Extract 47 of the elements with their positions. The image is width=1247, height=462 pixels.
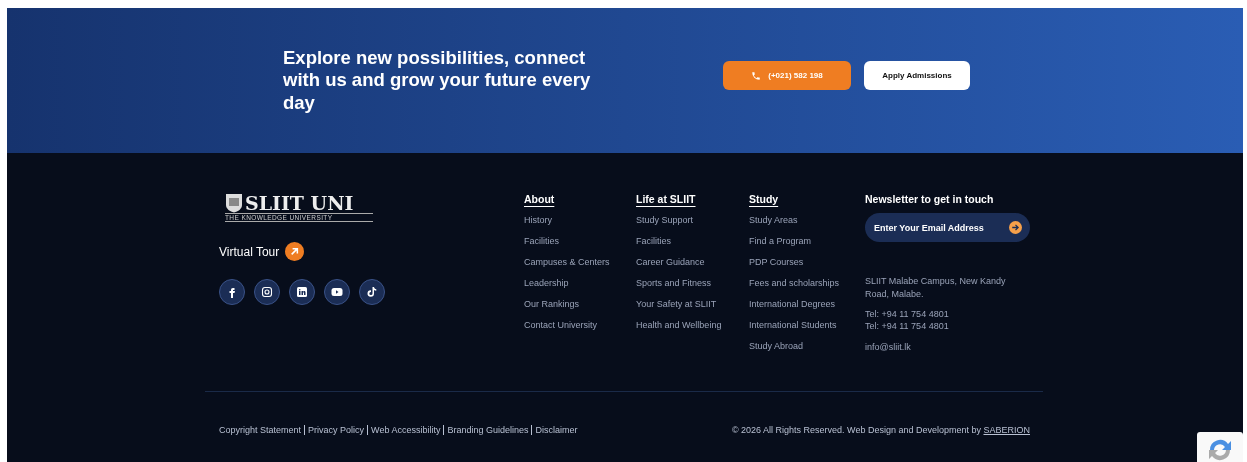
legal-link[interactable]: Privacy Policy <box>304 425 368 435</box>
footer-link[interactable]: Your Safety at SLIIT <box>636 299 749 320</box>
footer-link[interactable]: Career Guidance <box>636 257 749 278</box>
footer-link[interactable]: Health and Wellbeing <box>636 320 749 341</box>
footer-link[interactable]: Facilities <box>524 236 636 257</box>
column-heading: About <box>524 193 556 205</box>
footer-link[interactable]: Facilities <box>636 236 749 257</box>
footer-link[interactable]: Sports and Fitness <box>636 278 749 299</box>
recaptcha-badge-icon[interactable] <box>1197 432 1243 462</box>
copyright-text: © 2026 All Rights Reserved. Web Design and Development by SABERION <box>731 425 1030 435</box>
apply-admissions-button[interactable]: Apply Admissions <box>864 61 970 90</box>
email-link[interactable]: info@sliit.lk <box>865 342 1045 353</box>
youtube-icon[interactable] <box>324 279 350 305</box>
footer-link[interactable]: Contact University <box>524 320 636 341</box>
facebook-icon[interactable] <box>219 279 245 305</box>
arrow-right-icon[interactable] <box>1009 221 1022 234</box>
footer-link[interactable]: Leadership <box>524 278 636 299</box>
legal-link[interactable]: Web Accessibility <box>367 425 444 435</box>
footer-link[interactable]: International Degrees <box>749 299 865 320</box>
phone-icon <box>751 70 762 81</box>
footer-link[interactable]: Study Abroad <box>749 341 865 362</box>
footer-link[interactable]: International Students <box>749 320 865 341</box>
footer-link[interactable]: Our Rankings <box>524 299 636 320</box>
column-heading: Study <box>749 193 780 205</box>
crest-icon <box>225 193 243 213</box>
footer-link[interactable]: Find a Program <box>749 236 865 257</box>
campus-address: SLIIT Malabe Campus, New Kandy Road, Malabe. <box>865 275 1007 301</box>
newsletter-heading: Newsletter to get in touch <box>865 193 995 205</box>
phone-number: Tel: +94 11 754 4801 <box>865 320 950 333</box>
legal-link[interactable]: Branding Guidelines <box>443 425 532 435</box>
legal-link[interactable]: Disclaimer <box>531 425 581 435</box>
footer-link[interactable]: Fees and scholarships <box>749 278 865 299</box>
footer-link[interactable]: Study Support <box>636 215 749 236</box>
instagram-icon[interactable] <box>254 279 280 305</box>
credit-link[interactable]: SABERION <box>983 425 1030 435</box>
banner-heading: Explore new possibilities, connect with us and grow your future every day <box>283 47 592 114</box>
footer-link[interactable]: History <box>524 215 636 236</box>
email-field[interactable]: Enter Your Email Address <box>865 213 1030 242</box>
column-heading: Life at SLIIT <box>636 193 697 205</box>
footer-link[interactable]: Campuses & Centers <box>524 257 636 278</box>
tiktok-icon[interactable] <box>359 279 385 305</box>
linkedin-icon[interactable] <box>289 279 315 305</box>
phone-number: Tel: +94 11 754 4801 <box>865 308 950 321</box>
footer-link[interactable]: PDP Courses <box>749 257 865 278</box>
footer-link[interactable]: Study Areas <box>749 215 865 236</box>
legal-link[interactable]: Copyright Statement <box>219 425 305 435</box>
virtual-tour-link[interactable]: Virtual Tour <box>219 242 305 261</box>
